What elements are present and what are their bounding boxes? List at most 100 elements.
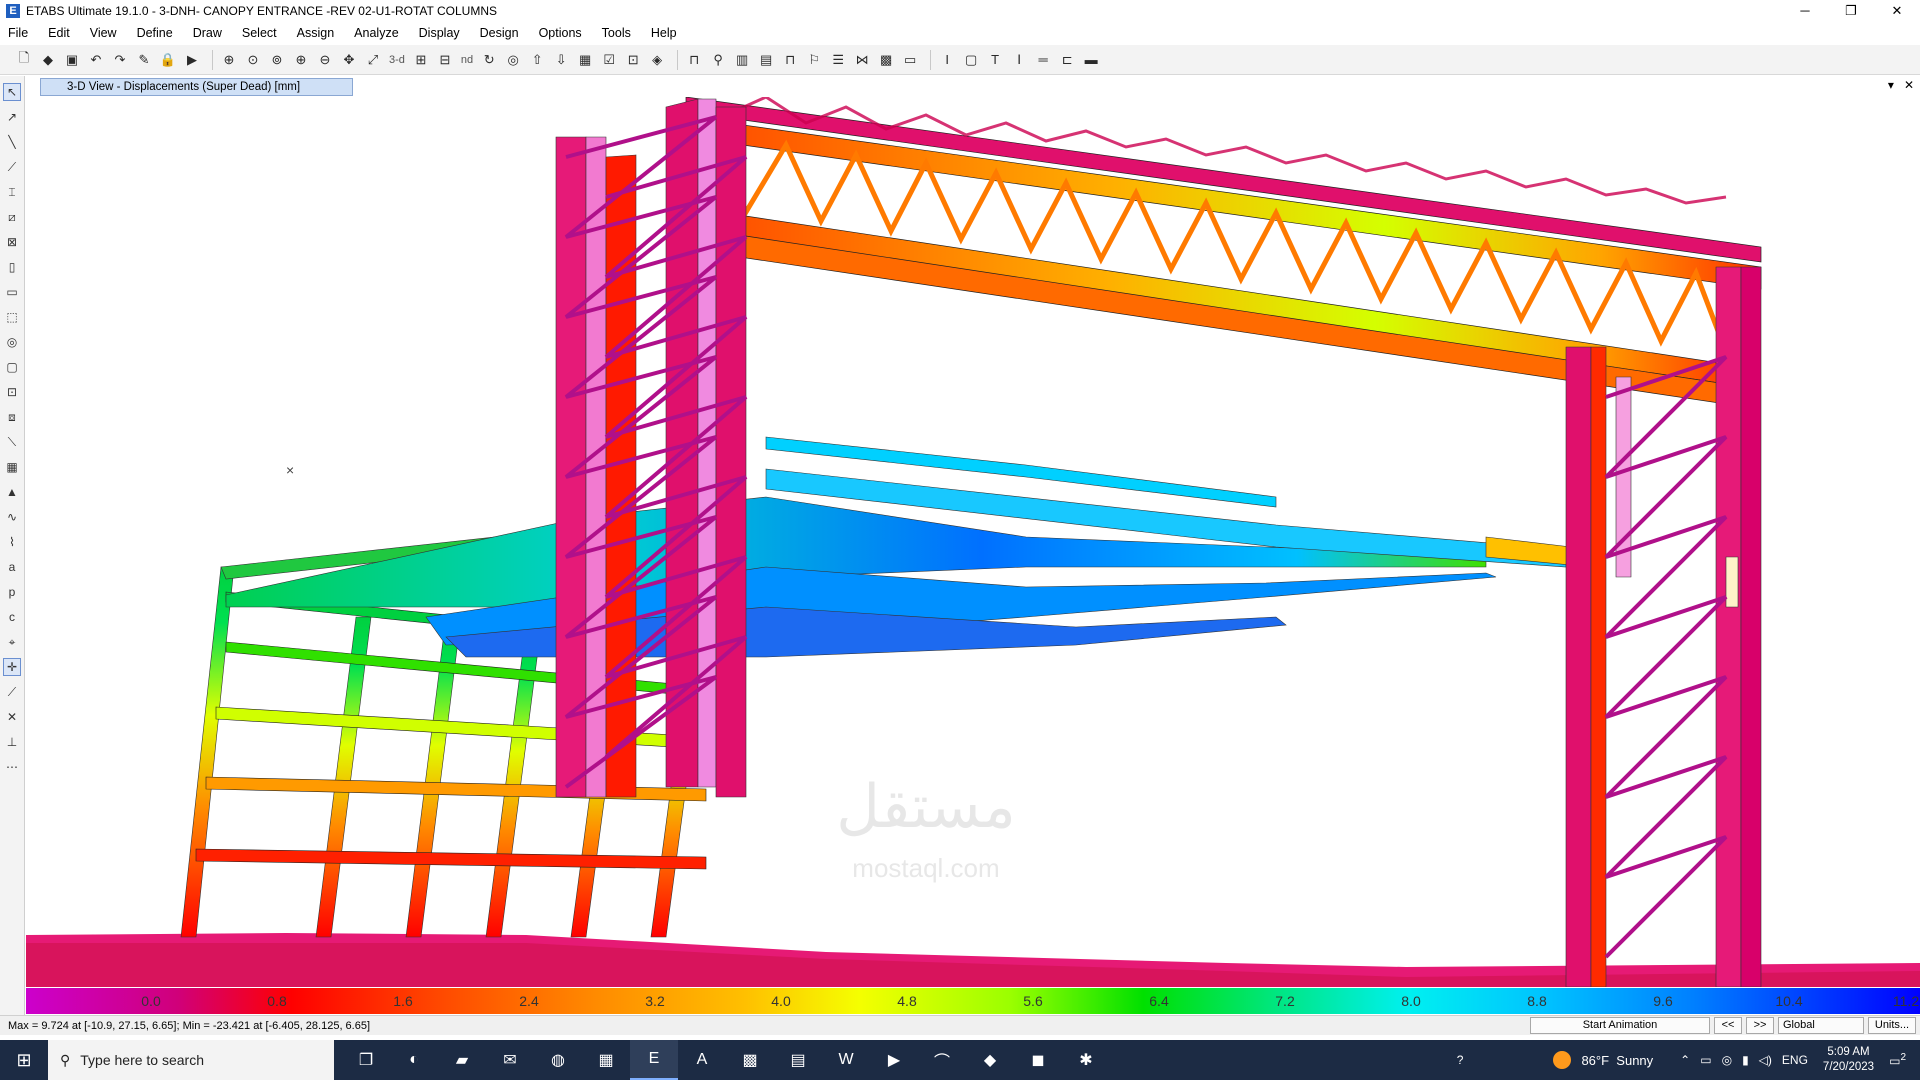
object-shrink-icon[interactable]: ▦ xyxy=(575,50,595,70)
line-style-icon[interactable]: ═ xyxy=(1033,50,1053,70)
shell-design-icon[interactable]: ☰ xyxy=(828,50,848,70)
pan-icon[interactable]: ✥ xyxy=(339,50,359,70)
menu-display[interactable]: Display xyxy=(419,26,460,40)
rotate-icon[interactable]: ↻ xyxy=(479,50,499,70)
zoom-in-icon[interactable]: ⊕ xyxy=(291,50,311,70)
coord-system-select[interactable]: Global xyxy=(1778,1017,1864,1034)
file-explorer-icon[interactable]: ▰ xyxy=(438,1040,486,1080)
draw-wall-stack-icon[interactable]: ▢ xyxy=(3,358,21,376)
menu-assign[interactable]: Assign xyxy=(297,26,335,40)
draw-grid-icon[interactable]: ▦ xyxy=(3,458,21,476)
snap-icon[interactable]: ⌖ xyxy=(3,633,21,651)
section-i-icon[interactable]: I xyxy=(937,50,957,70)
snap-grid-icon[interactable]: ⋯ xyxy=(3,758,21,776)
move-up-icon[interactable]: ⇧ xyxy=(527,50,547,70)
view-menu-icon[interactable]: ▾ xyxy=(1888,78,1894,92)
rubber-band-icon[interactable]: ⤢ xyxy=(363,50,383,70)
clear-select-icon[interactable]: c xyxy=(3,608,21,626)
line-width-icon[interactable]: ▬ xyxy=(1081,50,1101,70)
app-icon-arc[interactable]: ⌒ xyxy=(918,1040,966,1080)
app-icon-blue[interactable]: ◼ xyxy=(1014,1040,1062,1080)
app-icon-chat[interactable]: ◐ xyxy=(390,1040,438,1080)
section-channel-icon[interactable]: ⊏ xyxy=(1057,50,1077,70)
menu-define[interactable]: Define xyxy=(137,26,173,40)
notification-icon[interactable]: ▭2 xyxy=(1889,1052,1906,1068)
select-all-icon[interactable]: a xyxy=(3,558,21,576)
pencil-icon[interactable]: ✎ xyxy=(134,50,154,70)
network-icon[interactable]: ▭ xyxy=(1700,1053,1711,1067)
mail-icon[interactable]: ✉ xyxy=(486,1040,534,1080)
snap-perpendicular-icon[interactable]: ⊥ xyxy=(3,733,21,751)
zoom-out-icon[interactable]: ⊖ xyxy=(315,50,335,70)
view-close-icon[interactable]: ✕ xyxy=(1904,78,1914,92)
member-forces-icon[interactable]: ▤ xyxy=(756,50,776,70)
deformed-shape-icon[interactable]: ⊓ xyxy=(684,50,704,70)
draw-wall-icon[interactable]: ▯ xyxy=(3,258,21,276)
menu-tools[interactable]: Tools xyxy=(602,26,631,40)
media-player-icon[interactable]: ▶ xyxy=(870,1040,918,1080)
extrude-view-icon[interactable]: ◈ xyxy=(647,50,667,70)
chevron-up-icon[interactable]: ⌃ xyxy=(1680,1053,1690,1067)
draw-support-icon[interactable]: ▲ xyxy=(3,483,21,501)
close-button[interactable]: ✕ xyxy=(1874,0,1920,22)
task-view-icon[interactable]: ❐ xyxy=(342,1040,390,1080)
section-tee-icon[interactable]: T xyxy=(985,50,1005,70)
model-explorer-icon[interactable]: ⊡ xyxy=(623,50,643,70)
redo-icon[interactable]: ↷ xyxy=(110,50,130,70)
snap-points-icon[interactable]: ✛ xyxy=(3,658,21,676)
etabs-taskbar-icon[interactable]: E xyxy=(630,1040,678,1080)
app-icon-layers[interactable]: ◆ xyxy=(966,1040,1014,1080)
force-diagram-icon[interactable]: ⚲ xyxy=(708,50,728,70)
elevation-view-icon[interactable]: ⊟ xyxy=(435,50,455,70)
snap-intersection-icon[interactable]: ✕ xyxy=(3,708,21,726)
perspective-icon[interactable]: ◎ xyxy=(503,50,523,70)
volume-icon[interactable]: ◁) xyxy=(1759,1053,1772,1067)
units-button[interactable]: Units... xyxy=(1868,1017,1916,1034)
select-pointer-icon[interactable]: ↖ xyxy=(3,83,21,101)
view-tab-3d[interactable]: 3-D View - Displacements (Super Dead) [m… xyxy=(40,78,353,96)
minimize-button[interactable]: ─ xyxy=(1782,0,1828,22)
check-icon[interactable]: ⚐ xyxy=(804,50,824,70)
render-icon[interactable]: ▩ xyxy=(876,50,896,70)
draw-beam-icon[interactable]: ⟋ xyxy=(3,158,21,176)
menu-edit[interactable]: Edit xyxy=(48,26,70,40)
nd-view-button[interactable]: nd xyxy=(459,50,475,70)
restore-button[interactable]: ❐ xyxy=(1828,0,1874,22)
new-model-icon[interactable]: 🗋 xyxy=(14,50,34,70)
zoom-restore-icon[interactable]: ⊙ xyxy=(243,50,263,70)
draw-brace-icon[interactable]: ⧄ xyxy=(3,208,21,226)
table-icon[interactable]: ▭ xyxy=(900,50,920,70)
frame-design-icon[interactable]: ⊓ xyxy=(780,50,800,70)
store-icon[interactable]: ▦ xyxy=(582,1040,630,1080)
windows-start-icon[interactable]: ⊞ xyxy=(0,1040,48,1080)
menu-options[interactable]: Options xyxy=(539,26,582,40)
draw-tendon-icon[interactable]: ∿ xyxy=(3,508,21,526)
strip-icon[interactable]: ⋈ xyxy=(852,50,872,70)
menu-file[interactable]: File xyxy=(8,26,28,40)
draw-link-icon[interactable]: ⟍ xyxy=(3,433,21,451)
bluetooth-icon[interactable]: ✱ xyxy=(1062,1040,1110,1080)
language-indicator[interactable]: ENG xyxy=(1782,1053,1808,1067)
undo-icon[interactable]: ↶ xyxy=(86,50,106,70)
draw-floor-icon[interactable]: ▭ xyxy=(3,283,21,301)
snap-ends-icon[interactable]: ⟋ xyxy=(3,683,21,701)
zoom-full-icon[interactable]: ⊚ xyxy=(267,50,287,70)
taskbar-search[interactable]: ⚲ Type here to search xyxy=(48,1040,334,1080)
plan-view-icon[interactable]: ⊞ xyxy=(411,50,431,70)
section-box-icon[interactable]: ▢ xyxy=(961,50,981,70)
weather-widget[interactable]: 86°F Sunny xyxy=(1553,1051,1653,1069)
edge-browser-icon[interactable]: ◍ xyxy=(534,1040,582,1080)
battery-icon[interactable]: ▮ xyxy=(1742,1053,1749,1067)
3d-view-button[interactable]: 3-d xyxy=(387,50,407,70)
etabs-app-icon[interactable]: E xyxy=(6,4,20,18)
run-analysis-icon[interactable]: ▶ xyxy=(182,50,202,70)
menu-analyze[interactable]: Analyze xyxy=(354,26,398,40)
menu-draw[interactable]: Draw xyxy=(193,26,222,40)
previous-select-icon[interactable]: p xyxy=(3,583,21,601)
help-icon[interactable]: ? xyxy=(1457,1053,1464,1067)
next-step-button[interactable]: >> xyxy=(1746,1017,1774,1034)
prev-step-button[interactable]: << xyxy=(1714,1017,1742,1034)
menu-help[interactable]: Help xyxy=(651,26,677,40)
save-icon[interactable]: ▣ xyxy=(62,50,82,70)
menu-design[interactable]: Design xyxy=(480,26,519,40)
